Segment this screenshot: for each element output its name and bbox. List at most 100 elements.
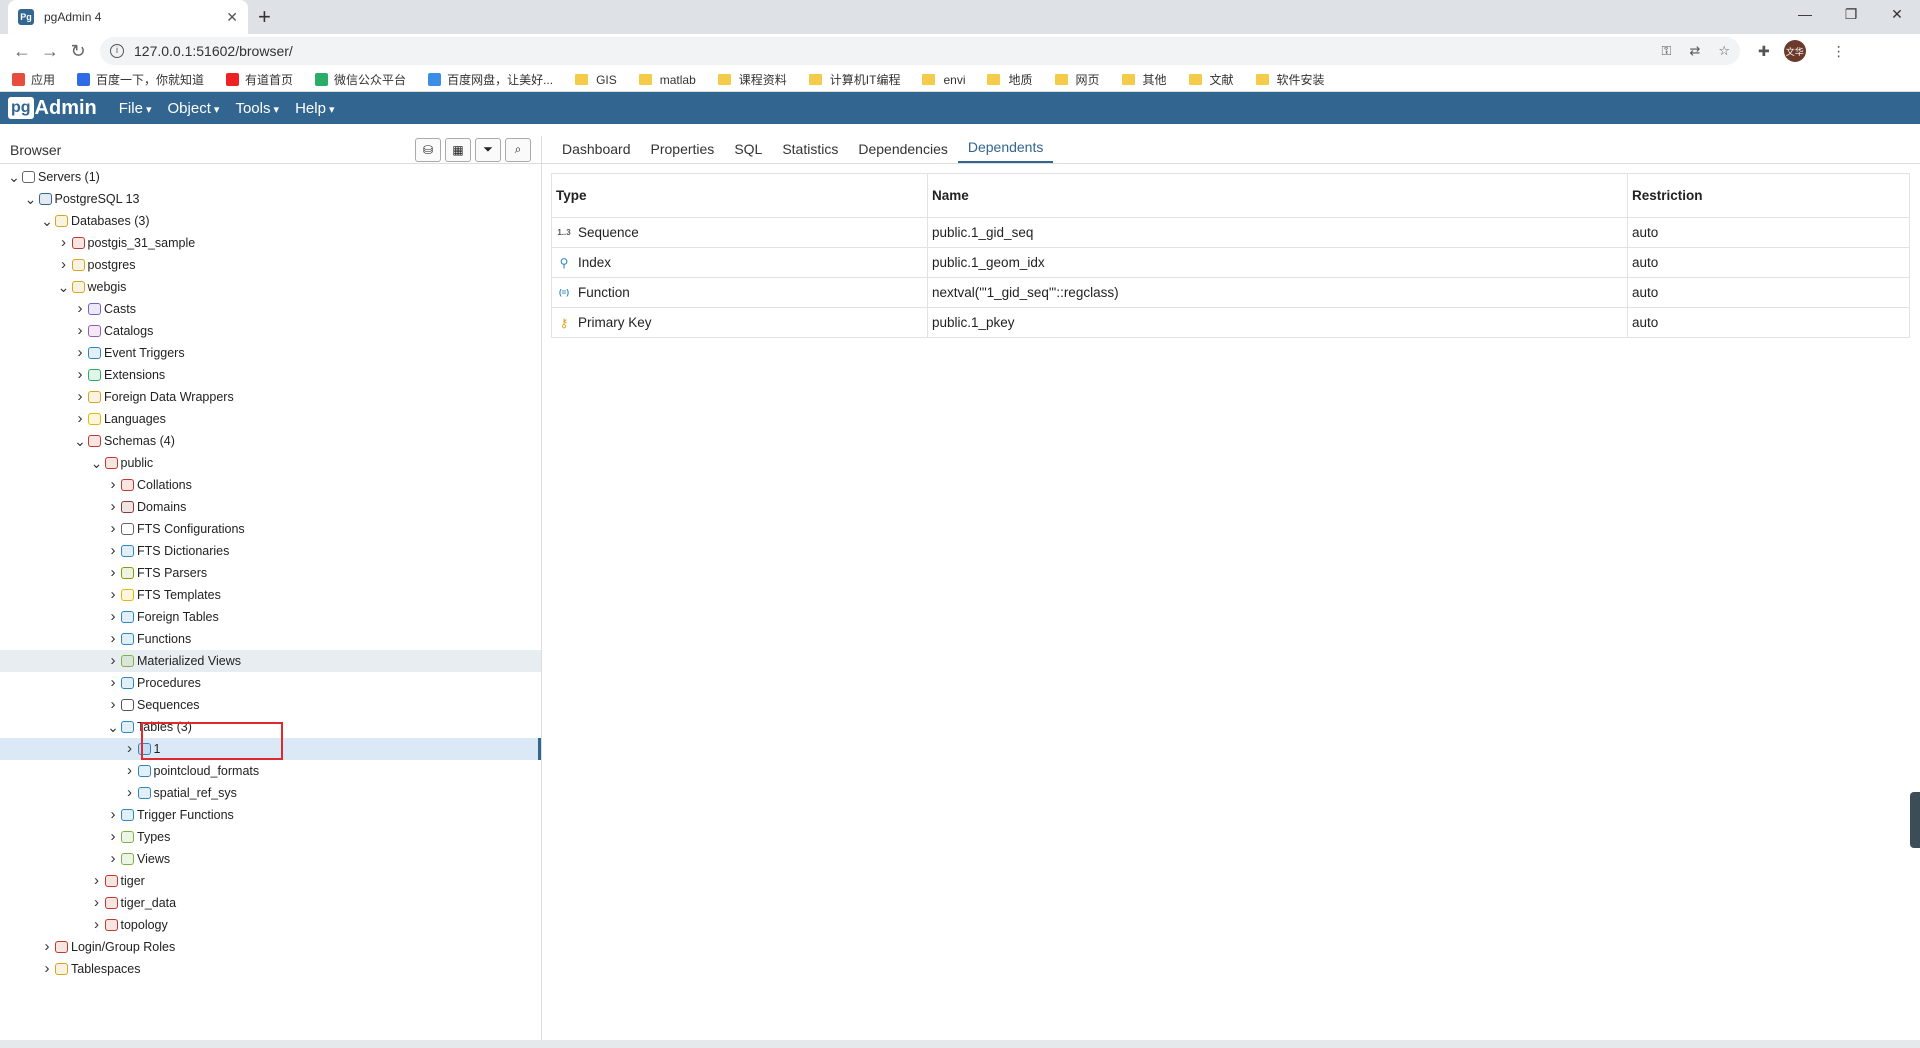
url-text[interactable]: 127.0.0.1:51602/browser/: [134, 43, 1644, 59]
tab-dependencies[interactable]: Dependencies: [848, 141, 958, 163]
bookmark-4[interactable]: 百度网盘，让美好...: [428, 71, 553, 88]
expand-chevron-icon[interactable]: ›: [89, 917, 105, 933]
close-tab-icon[interactable]: ✕: [226, 9, 238, 26]
expand-chevron-icon[interactable]: ›: [105, 675, 121, 691]
expand-chevron-icon[interactable]: ›: [122, 785, 138, 801]
tree-node[interactable]: ⌄ Databases (3): [0, 210, 541, 232]
column-header-name[interactable]: Name: [927, 173, 1628, 218]
tree-node[interactable]: › FTS Templates: [0, 584, 541, 606]
bookmark-0[interactable]: 应用: [12, 71, 55, 88]
close-window-icon[interactable]: ✕: [1874, 0, 1920, 28]
tree-node[interactable]: › Trigger Functions: [0, 804, 541, 826]
bookmark-5[interactable]: GIS: [575, 73, 617, 87]
minimize-icon[interactable]: —: [1782, 0, 1828, 28]
collapse-chevron-icon[interactable]: ⌄: [105, 720, 121, 734]
expand-chevron-icon[interactable]: ›: [72, 411, 88, 427]
bookmark-7[interactable]: 课程资料: [717, 71, 787, 88]
search-objects-button[interactable]: ⌕: [505, 137, 531, 162]
back-icon[interactable]: ←: [8, 41, 36, 62]
column-header-type[interactable]: Type: [551, 173, 928, 218]
key-icon[interactable]: ⚿: [1662, 43, 1672, 59]
menu-help[interactable]: Help: [295, 100, 334, 117]
tree-node[interactable]: › Collations: [0, 474, 541, 496]
new-tab-button[interactable]: +: [258, 4, 271, 30]
expand-chevron-icon[interactable]: ›: [39, 961, 55, 977]
table-row[interactable]: ⚲ Index public.1_geom_idx auto: [551, 247, 1910, 278]
tree-node[interactable]: › Views: [0, 848, 541, 870]
tree-node[interactable]: › Sequences: [0, 694, 541, 716]
expand-chevron-icon[interactable]: ›: [105, 565, 121, 581]
collapse-chevron-icon[interactable]: ⌄: [72, 434, 88, 448]
expand-chevron-icon[interactable]: ›: [56, 257, 72, 273]
tree-node[interactable]: › tiger: [0, 870, 541, 892]
bookmark-1[interactable]: 百度一下，你就知道: [77, 71, 204, 88]
menu-file[interactable]: File: [119, 100, 152, 117]
tree-node[interactable]: › Casts: [0, 298, 541, 320]
expand-chevron-icon[interactable]: ›: [72, 301, 88, 317]
expand-chevron-icon[interactable]: ›: [105, 631, 121, 647]
url-omnibox[interactable]: i 127.0.0.1:51602/browser/ ⚿ ⇄ ☆: [100, 37, 1740, 65]
side-panel-handle[interactable]: [1910, 792, 1920, 848]
expand-chevron-icon[interactable]: ›: [89, 873, 105, 889]
query-tool-button[interactable]: ⛁: [415, 137, 441, 162]
tree-node[interactable]: › postgis_31_sample: [0, 232, 541, 254]
profile-avatar[interactable]: 文华: [1783, 40, 1806, 62]
table-row[interactable]: ⚷ Primary Key public.1_pkey auto: [551, 307, 1910, 338]
tree-node[interactable]: › Foreign Tables: [0, 606, 541, 628]
tree-node[interactable]: › Procedures: [0, 672, 541, 694]
expand-chevron-icon[interactable]: ›: [105, 807, 121, 823]
tree-node[interactable]: ⌄ Servers (1): [0, 166, 541, 188]
bookmark-10[interactable]: 地质: [987, 71, 1033, 88]
expand-chevron-icon[interactable]: ›: [105, 587, 121, 603]
tree-node[interactable]: › pointcloud_formats: [0, 760, 541, 782]
tab-dashboard[interactable]: Dashboard: [552, 141, 641, 163]
expand-chevron-icon[interactable]: ›: [72, 345, 88, 361]
menu-object[interactable]: Object: [168, 100, 220, 117]
tree-node[interactable]: › Extensions: [0, 364, 541, 386]
tree-node[interactable]: › 1: [0, 738, 541, 760]
table-row[interactable]: 1..3 Sequence public.1_gid_seq auto: [551, 217, 1910, 248]
tree-node[interactable]: ⌄ Schemas (4): [0, 430, 541, 452]
expand-chevron-icon[interactable]: ›: [105, 521, 121, 537]
tab-properties[interactable]: Properties: [641, 141, 725, 163]
collapse-chevron-icon[interactable]: ⌄: [6, 170, 22, 184]
collapse-chevron-icon[interactable]: ⌄: [89, 456, 105, 470]
bookmark-9[interactable]: envi: [922, 73, 965, 87]
tree-node[interactable]: › tiger_data: [0, 892, 541, 914]
tree-node[interactable]: ⌄ Tables (3): [0, 716, 541, 738]
expand-chevron-icon[interactable]: ›: [105, 653, 121, 669]
expand-chevron-icon[interactable]: ›: [105, 543, 121, 559]
extensions-icon[interactable]: ✚: [1758, 43, 1770, 60]
expand-chevron-icon[interactable]: ›: [105, 477, 121, 493]
expand-chevron-icon[interactable]: ›: [105, 829, 121, 845]
reload-icon[interactable]: ↻: [64, 41, 92, 62]
bookmark-11[interactable]: 网页: [1054, 71, 1100, 88]
tree-node[interactable]: › Event Triggers: [0, 342, 541, 364]
tree-node[interactable]: › Materialized Views: [0, 650, 541, 672]
expand-chevron-icon[interactable]: ›: [39, 939, 55, 955]
restore-icon[interactable]: ❐: [1828, 0, 1874, 28]
expand-chevron-icon[interactable]: ›: [105, 609, 121, 625]
collapse-chevron-icon[interactable]: ⌄: [39, 214, 55, 228]
browser-menu-icon[interactable]: ⋮: [1832, 43, 1846, 60]
translate-icon[interactable]: ⇄: [1689, 43, 1700, 59]
tree-node[interactable]: › FTS Parsers: [0, 562, 541, 584]
tree-node[interactable]: ⌄ PostgreSQL 13: [0, 188, 541, 210]
expand-chevron-icon[interactable]: ›: [72, 323, 88, 339]
tree-node[interactable]: › postgres: [0, 254, 541, 276]
table-row[interactable]: (=) Function nextval('"1_gid_seq"'::regcla…: [551, 277, 1910, 308]
bookmark-13[interactable]: 文献: [1188, 71, 1234, 88]
filtered-rows-button[interactable]: ⏷: [475, 137, 501, 162]
expand-chevron-icon[interactable]: ›: [89, 895, 105, 911]
view-data-button[interactable]: ▦: [445, 137, 471, 162]
expand-chevron-icon[interactable]: ›: [56, 235, 72, 251]
forward-icon[interactable]: →: [36, 41, 64, 62]
tree-node[interactable]: › Tablespaces: [0, 958, 541, 980]
tree-node[interactable]: › Functions: [0, 628, 541, 650]
tab-sql[interactable]: SQL: [724, 141, 772, 163]
tree-node[interactable]: › topology: [0, 914, 541, 936]
bookmark-3[interactable]: 微信公众平台: [315, 71, 406, 88]
expand-chevron-icon[interactable]: ›: [122, 763, 138, 779]
expand-chevron-icon[interactable]: ›: [72, 367, 88, 383]
expand-chevron-icon[interactable]: ›: [105, 499, 121, 515]
